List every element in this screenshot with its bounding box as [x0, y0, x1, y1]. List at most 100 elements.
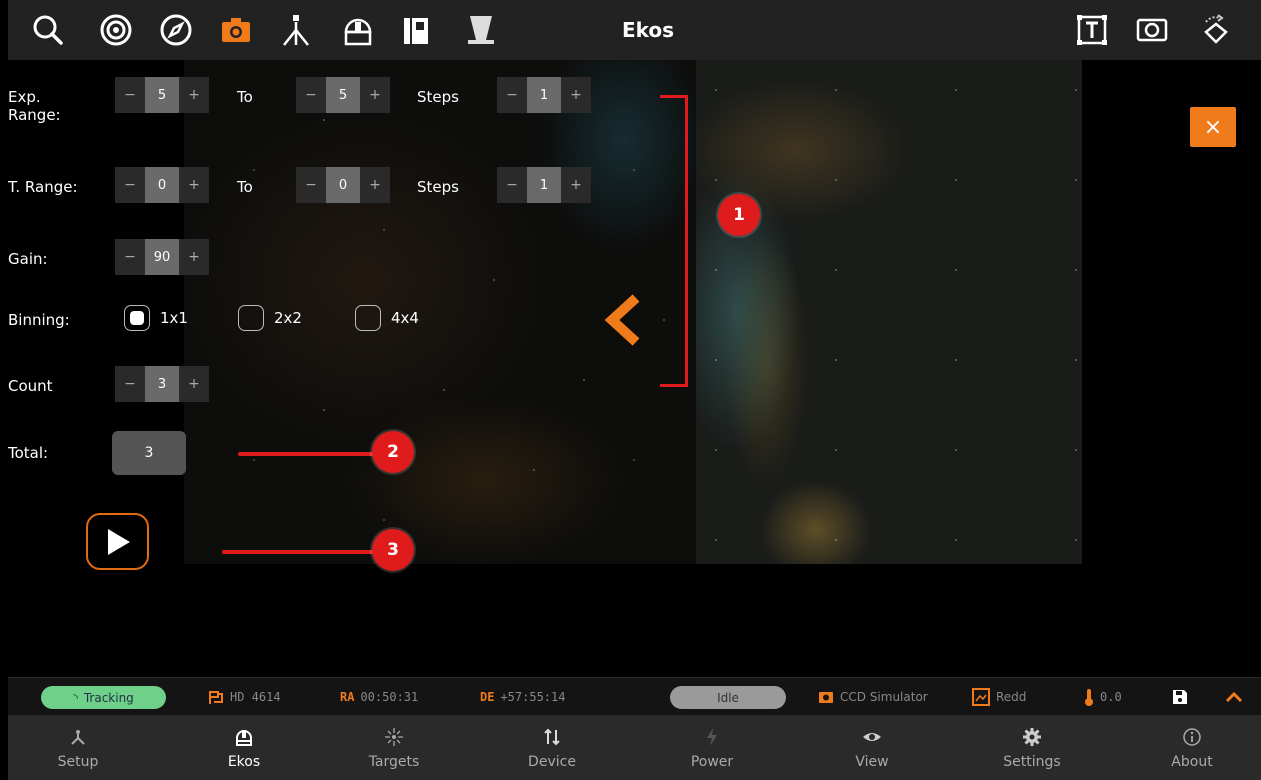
binning-option-4x4[interactable]: 4x4 [355, 305, 419, 331]
image-icon [972, 688, 990, 706]
binning-option-2x2[interactable]: 2x2 [238, 305, 302, 331]
camera-status[interactable]: CCD Simulator [818, 678, 928, 716]
decrement-button[interactable]: − [497, 77, 527, 113]
power-icon [707, 727, 717, 746]
nav-item-about[interactable]: About [1132, 715, 1252, 780]
telescope-icon[interactable] [276, 10, 316, 50]
compass-icon[interactable] [156, 10, 196, 50]
gear-icon [1023, 727, 1041, 746]
decrement-button[interactable]: − [115, 77, 145, 113]
nav-item-label: Settings [1003, 753, 1061, 770]
thermometer-icon [1085, 689, 1093, 706]
filter-icon[interactable] [396, 10, 436, 50]
t-range-from-stepper[interactable]: − 0 + [115, 167, 209, 203]
count-label: Count [8, 377, 53, 395]
nav-item-label: Ekos [227, 753, 261, 770]
camera-icon[interactable] [216, 10, 256, 50]
nav-item-setup[interactable]: Setup [18, 715, 138, 780]
increment-button[interactable]: + [561, 77, 591, 113]
exp-range-to-value[interactable]: 5 [326, 77, 360, 113]
save-icon[interactable] [1172, 678, 1188, 716]
nav-item-label: Device [528, 753, 576, 770]
nav-item-ekos[interactable]: Ekos [184, 715, 304, 780]
decrement-button[interactable]: − [296, 167, 326, 203]
decrement-button[interactable]: − [115, 167, 145, 203]
nebula-image-right [696, 60, 1082, 564]
ra-label: RA [340, 690, 355, 704]
binning-label: Binning: [8, 311, 70, 329]
decrement-button[interactable]: − [497, 167, 527, 203]
temperature-value: 0.0 [1100, 690, 1122, 704]
t-range-to-value[interactable]: 0 [326, 167, 360, 203]
increment-button[interactable]: + [179, 366, 209, 402]
total-label: Total: [8, 444, 49, 462]
page-title: Ekos [621, 18, 675, 42]
count-value[interactable]: 3 [145, 366, 179, 402]
nav-item-settings[interactable]: Settings [972, 715, 1092, 780]
gain-stepper[interactable]: − 90 + [115, 239, 209, 275]
increment-button[interactable]: + [179, 239, 209, 275]
t-range-to-stepper[interactable]: − 0 + [296, 167, 390, 203]
decrement-button[interactable]: − [115, 366, 145, 402]
top-toolbar: Ekos [8, 0, 1261, 60]
radio-checked[interactable] [124, 305, 150, 331]
temperature-status: 0.0 [1084, 678, 1122, 716]
t-range-from-value[interactable]: 0 [145, 167, 179, 203]
count-stepper[interactable]: − 3 + [115, 366, 209, 402]
tracking-status-badge[interactable]: ◝ Tracking [41, 686, 166, 709]
binning-option-label: 1x1 [160, 309, 188, 327]
exp-range-from-stepper[interactable]: − 5 + [115, 77, 209, 113]
dome-icon[interactable] [338, 10, 378, 50]
target-icon[interactable] [96, 10, 136, 50]
nav-item-device[interactable]: Device [492, 715, 612, 780]
nav-item-label: Power [690, 753, 734, 770]
annotation-badge-2: 2 [372, 431, 414, 473]
nav-item-label: About [1171, 753, 1213, 770]
to-label: To [237, 178, 253, 196]
radio-unchecked[interactable] [355, 305, 381, 331]
binning-option-label: 4x4 [391, 309, 419, 327]
collapse-panel-chevron-icon[interactable] [602, 292, 642, 348]
exp-range-steps-value[interactable]: 1 [527, 77, 561, 113]
filter-name: Redd [996, 690, 1027, 704]
nav-item-power[interactable]: Power [652, 715, 772, 780]
increment-button[interactable]: + [179, 167, 209, 203]
t-range-steps-stepper[interactable]: − 1 + [497, 167, 591, 203]
radio-unchecked[interactable] [238, 305, 264, 331]
device-icon [544, 728, 560, 745]
de-status: DE +57:55:14 [480, 678, 565, 716]
ekos-icon [236, 729, 252, 746]
camera-icon [819, 692, 833, 703]
de-value: +57:55:14 [500, 690, 566, 704]
target-status[interactable]: HD 4614 [208, 678, 281, 716]
increment-button[interactable]: + [360, 167, 390, 203]
decrement-button[interactable]: − [115, 239, 145, 275]
close-button[interactable]: × [1190, 107, 1236, 147]
focuser-icon[interactable] [460, 10, 500, 50]
increment-button[interactable]: + [360, 77, 390, 113]
start-capture-button[interactable] [86, 513, 149, 570]
rotate-icon[interactable] [1194, 10, 1234, 50]
exp-range-from-value[interactable]: 5 [145, 77, 179, 113]
exp-range-steps-stepper[interactable]: − 1 + [497, 77, 591, 113]
ra-value: 00:50:31 [360, 690, 419, 704]
nav-item-view[interactable]: View [812, 715, 932, 780]
t-range-label: T. Range: [8, 178, 78, 196]
to-label: To [237, 88, 253, 106]
targets-icon [385, 727, 403, 746]
binning-option-1x1[interactable]: 1x1 [124, 305, 188, 331]
exp-range-to-stepper[interactable]: − 5 + [296, 77, 390, 113]
search-icon[interactable] [28, 10, 68, 50]
t-range-steps-value[interactable]: 1 [527, 167, 561, 203]
decrement-button[interactable]: − [296, 77, 326, 113]
frame-icon[interactable] [1132, 10, 1172, 50]
increment-button[interactable]: + [179, 77, 209, 113]
increment-button[interactable]: + [561, 167, 591, 203]
chevron-up-icon[interactable] [1224, 678, 1244, 716]
gain-value[interactable]: 90 [145, 239, 179, 275]
annotation-badge-3: 3 [372, 529, 414, 571]
nav-item-label: View [855, 753, 889, 770]
filter-status[interactable]: Redd [972, 678, 1026, 716]
text-box-icon[interactable] [1072, 10, 1112, 50]
nav-item-targets[interactable]: Targets [334, 715, 454, 780]
